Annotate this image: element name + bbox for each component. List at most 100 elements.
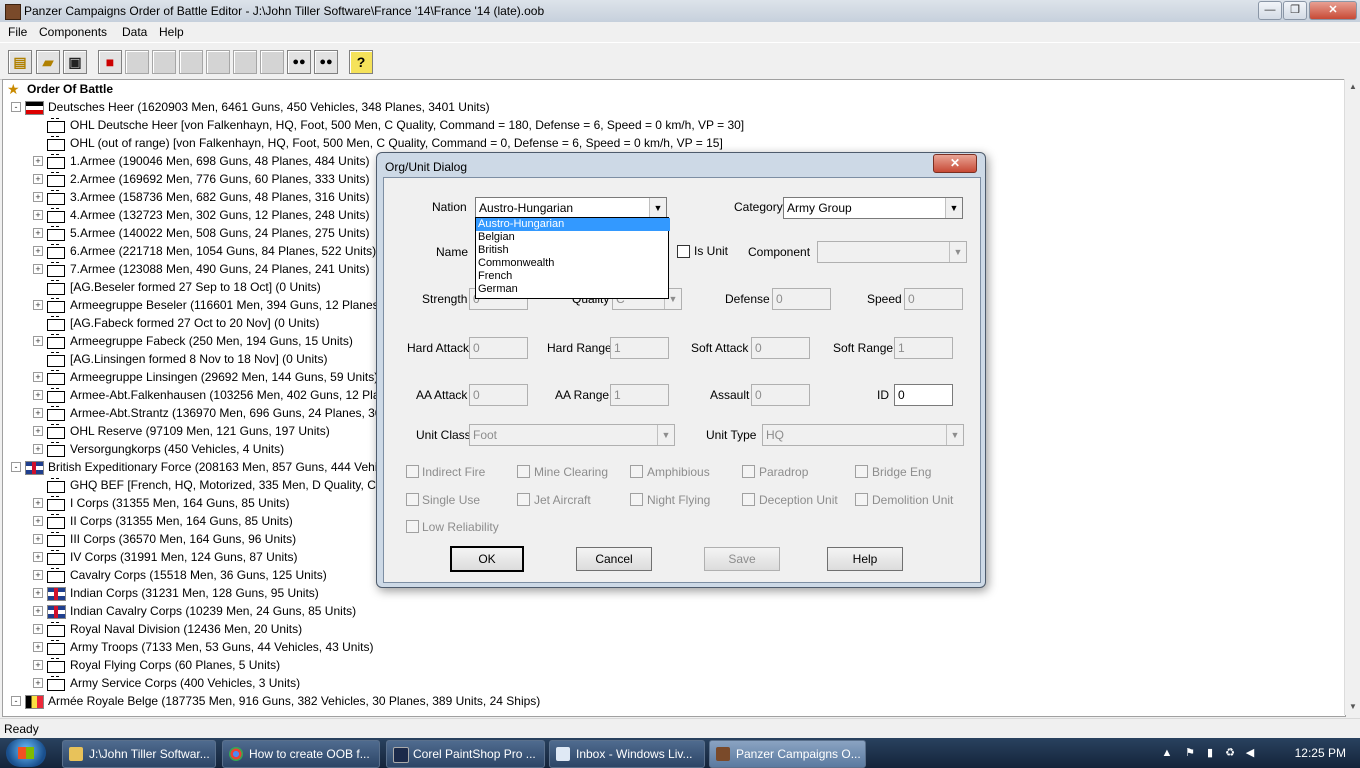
volume-icon[interactable]: ◀ (1243, 746, 1257, 760)
tree-unit-row[interactable]: [AG.Beseler formed 27 Sep to 18 Oct] (0 … (70, 278, 321, 296)
tree-unit-row[interactable]: Royal Naval Division (12436 Men, 20 Unit… (70, 620, 302, 638)
collapse-icon[interactable]: - (11, 696, 21, 706)
menu-help[interactable]: Help (159, 25, 184, 39)
low-reliability-checkbox[interactable] (406, 520, 419, 533)
collapse-icon[interactable]: - (11, 462, 21, 472)
expand-icon[interactable]: + (33, 228, 43, 238)
night-flying-checkbox[interactable] (630, 493, 643, 506)
expand-icon[interactable]: + (33, 246, 43, 256)
chevron-down-icon[interactable]: ▼ (946, 425, 963, 445)
hard-attack-field[interactable]: 0 (469, 337, 528, 359)
tree-unit-row[interactable]: 3.Armee (158736 Men, 682 Guns, 48 Planes… (70, 188, 370, 206)
expand-icon[interactable]: + (33, 390, 43, 400)
scroll-up-arrow-icon[interactable]: ▲ (1345, 79, 1360, 95)
soft-range-field[interactable]: 1 (894, 337, 953, 359)
nation-option-german[interactable]: German (476, 283, 670, 296)
task-paintshop[interactable]: Corel PaintShop Pro ... (386, 740, 545, 768)
amphibious-checkbox[interactable] (630, 465, 643, 478)
expand-icon[interactable]: + (33, 570, 43, 580)
scroll-down-arrow-icon[interactable]: ▼ (1345, 699, 1360, 715)
tree-unit-row[interactable]: OHL Deutsche Heer [von Falkenhayn, HQ, F… (70, 116, 744, 134)
expand-icon[interactable]: + (33, 642, 43, 652)
action-center-flag-icon[interactable]: ⚑ (1183, 746, 1197, 760)
network-signal-icon[interactable]: ▮ (1203, 746, 1217, 760)
find-next-button[interactable]: ●● (314, 50, 338, 74)
tree-unit-row[interactable]: Armee-Abt.Falkenhausen (103256 Men, 402 … (70, 386, 393, 404)
nation-dropdown-list[interactable]: Austro-Hungarian Belgian British Commonw… (475, 217, 670, 299)
expand-icon[interactable]: + (33, 336, 43, 346)
tree-unit-row[interactable]: Indian Cavalry Corps (10239 Men, 24 Guns… (70, 602, 356, 620)
unit-type-select[interactable]: HQ ▼ (762, 424, 964, 446)
tree-unit-row[interactable]: II Corps (31355 Men, 164 Guns, 85 Units) (70, 512, 293, 530)
task-oob-editor[interactable]: Panzer Campaigns O... (709, 740, 866, 768)
is-unit-checkbox[interactable] (677, 245, 690, 258)
tree-unit-row[interactable]: OHL (out of range) [von Falkenhayn, HQ, … (70, 134, 723, 152)
nation-option-belgian[interactable]: Belgian (476, 231, 670, 244)
expand-icon[interactable]: + (33, 192, 43, 202)
single-use-checkbox[interactable] (406, 493, 419, 506)
tree-unit-row[interactable]: Armeegruppe Beseler (116601 Men, 394 Gun… (70, 296, 399, 314)
task-explorer[interactable]: J:\John Tiller Softwar... (62, 740, 216, 768)
component-select[interactable]: ▼ (817, 241, 967, 263)
collapse-icon[interactable]: - (11, 102, 21, 112)
category-select[interactable]: Army Group ▼ (783, 197, 963, 219)
bridge-eng-checkbox[interactable] (855, 465, 868, 478)
tree-unit-row[interactable]: 6.Armee (221718 Men, 1054 Guns, 84 Plane… (70, 242, 376, 260)
expand-icon[interactable]: + (33, 372, 43, 382)
defense-field[interactable]: 0 (772, 288, 831, 310)
indirect-fire-checkbox[interactable] (406, 465, 419, 478)
toolbar-button-disabled-1[interactable] (125, 50, 149, 74)
open-file-button[interactable]: ▰ (36, 50, 60, 74)
tree-unit-row[interactable]: Cavalry Corps (15518 Men, 36 Guns, 125 U… (70, 566, 327, 584)
recycle-icon[interactable]: ♻ (1223, 746, 1237, 760)
tree-force-row[interactable]: Armée Royale Belge (187735 Men, 916 Guns… (48, 692, 540, 710)
expand-icon[interactable]: + (33, 624, 43, 634)
tree-scrollbar[interactable]: ▲ ▼ (1344, 79, 1360, 715)
tree-unit-row[interactable]: Armeegruppe Linsingen (29692 Men, 144 Gu… (70, 368, 378, 386)
expand-icon[interactable]: + (33, 552, 43, 562)
expand-icon[interactable]: + (33, 498, 43, 508)
find-button[interactable]: ●● (287, 50, 311, 74)
nation-option-commonwealth[interactable]: Commonwealth (476, 257, 670, 270)
expand-icon[interactable]: + (33, 534, 43, 544)
aa-attack-field[interactable]: 0 (469, 384, 528, 406)
expand-icon[interactable]: + (33, 516, 43, 526)
tree-unit-row[interactable]: 2.Armee (169692 Men, 776 Guns, 60 Planes… (70, 170, 370, 188)
maximize-button[interactable]: ❐ (1283, 1, 1307, 20)
tree-unit-row[interactable]: Indian Corps (31231 Men, 128 Guns, 95 Un… (70, 584, 319, 602)
close-button[interactable]: ✕ (1309, 1, 1357, 20)
deception-unit-checkbox[interactable] (742, 493, 755, 506)
tree-unit-row[interactable]: Army Troops (7133 Men, 53 Guns, 44 Vehic… (70, 638, 373, 656)
soft-attack-field[interactable]: 0 (751, 337, 810, 359)
tree-unit-row[interactable]: OHL Reserve (97109 Men, 121 Guns, 197 Un… (70, 422, 330, 440)
menu-file[interactable]: File (8, 25, 27, 39)
tree-unit-row[interactable]: [AG.Fabeck formed 27 Oct to 20 Nov] (0 U… (70, 314, 319, 332)
chevron-down-icon[interactable]: ▼ (657, 425, 674, 445)
chevron-down-icon[interactable]: ▼ (649, 198, 666, 218)
tree-unit-row[interactable]: 4.Armee (132723 Men, 302 Guns, 12 Planes… (70, 206, 370, 224)
expand-icon[interactable]: + (33, 588, 43, 598)
assault-field[interactable]: 0 (751, 384, 810, 406)
toolbar-button-disabled-6[interactable] (260, 50, 284, 74)
expand-icon[interactable]: + (33, 300, 43, 310)
toolbar-button-disabled-2[interactable] (152, 50, 176, 74)
task-mail[interactable]: Inbox - Windows Liv... (549, 740, 705, 768)
expand-icon[interactable]: + (33, 426, 43, 436)
nation-option-british[interactable]: British (476, 244, 670, 257)
demolition-unit-checkbox[interactable] (855, 493, 868, 506)
task-browser[interactable]: How to create OOB f... (222, 740, 380, 768)
paradrop-checkbox[interactable] (742, 465, 755, 478)
toolbar-button-disabled-4[interactable] (206, 50, 230, 74)
show-hidden-icons-icon[interactable]: ▲ (1160, 746, 1174, 760)
speed-field[interactable]: 0 (904, 288, 963, 310)
tree-root-label[interactable]: Order Of Battle (27, 80, 113, 98)
clock[interactable]: 12:25 PM (1295, 746, 1346, 760)
tree-unit-row[interactable]: Versorgungkorps (450 Vehicles, 4 Units) (70, 440, 284, 458)
tree-unit-row[interactable]: 5.Armee (140022 Men, 508 Guns, 24 Planes… (70, 224, 370, 242)
expand-icon[interactable]: + (33, 678, 43, 688)
tree-unit-row[interactable]: 1.Armee (190046 Men, 698 Guns, 48 Planes… (70, 152, 370, 170)
minimize-button[interactable]: — (1258, 1, 1282, 20)
nation-option-french[interactable]: French (476, 270, 670, 283)
nation-option-austro-hungarian[interactable]: Austro-Hungarian (476, 218, 670, 231)
help-button[interactable]: ? (349, 50, 373, 74)
